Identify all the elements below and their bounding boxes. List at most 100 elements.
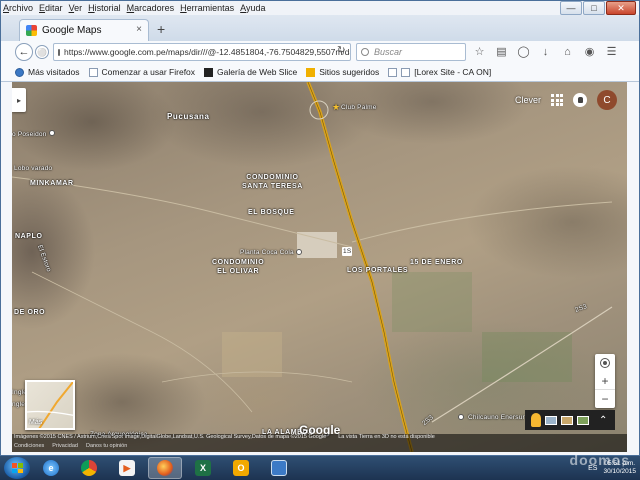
secondary-road <box>351 201 613 243</box>
tab-title: Google Maps <box>42 25 102 36</box>
zoom-controls: + − <box>595 354 615 408</box>
bookmark-galeria-web-slice[interactable]: Galería de Web Slice <box>204 67 297 77</box>
bookmark-star-icon[interactable]: ☆ <box>472 44 487 59</box>
apps-grid-icon[interactable] <box>551 94 563 106</box>
bookmark-sitios-sugeridos[interactable]: Sitios sugeridos <box>306 67 379 77</box>
page-icon <box>388 67 398 77</box>
pocket-icon[interactable]: ◯ <box>516 44 531 59</box>
label-el-bosque: EL BOSQUE <box>248 209 295 216</box>
notifications-bell-icon[interactable] <box>573 93 587 107</box>
bookmark-comenzar-firefox[interactable]: Comenzar a usar Firefox <box>88 67 196 77</box>
lock-icon <box>58 48 60 56</box>
start-button[interactable] <box>4 457 30 479</box>
bookmark-lorex-site[interactable]: [Lorex Site - CA ON] <box>388 67 491 77</box>
map-canvas[interactable]: ▸ Pucusana o Poseidon Lobo varado MINKAM… <box>12 82 627 452</box>
excel-icon: X <box>195 460 211 476</box>
search-bar[interactable]: Buscar <box>356 43 466 61</box>
window-icon <box>271 460 287 476</box>
menu-herramientas[interactable]: Herramientas <box>180 3 234 13</box>
globe-icon: ⚪ <box>37 47 47 57</box>
field-patch <box>482 332 572 382</box>
page-icon <box>401 67 411 77</box>
taskbar-media-player[interactable]: ▶ <box>110 457 144 479</box>
taskbar-chrome[interactable] <box>72 457 106 479</box>
place-pin[interactable] <box>49 130 55 136</box>
web-slice-icon <box>204 67 214 77</box>
menu-historial[interactable]: Historial <box>88 3 121 13</box>
link-opinion[interactable]: Danos tu opinión <box>86 443 127 452</box>
close-window-button[interactable]: ✕ <box>606 1 636 15</box>
field-patch <box>222 332 282 377</box>
star-icon[interactable]: ★ <box>332 102 340 113</box>
clock-date: 30/10/2015 <box>603 468 636 475</box>
zoom-in-button[interactable]: + <box>595 372 615 390</box>
layer-thumbnail-icon[interactable] <box>545 415 557 425</box>
window-controls: — □ ✕ <box>560 1 636 15</box>
taskbar-window[interactable] <box>262 457 296 479</box>
back-button[interactable]: ← <box>15 43 33 61</box>
hamburger-menu-icon[interactable]: ☰ <box>604 44 619 59</box>
tab-close-icon[interactable]: × <box>136 24 142 35</box>
side-panel-toggle-button[interactable]: ▸ <box>12 88 26 112</box>
earth-view-toggle[interactable]: Más <box>25 380 75 430</box>
attribution-text: Imágenes ©2015 CNES / Astrium,Cnes/Spot … <box>14 434 327 440</box>
chat-icon[interactable]: ◉ <box>582 44 597 59</box>
download-icon[interactable]: ↓ <box>538 44 553 59</box>
label-15-de-enero: 15 DE ENERO <box>410 259 463 266</box>
bookmark-label: Sitios sugeridos <box>319 67 380 77</box>
identity-button[interactable]: ⚪ <box>35 45 49 59</box>
menu-ver[interactable]: Ver <box>69 3 83 13</box>
taskbar-firefox[interactable] <box>148 457 182 479</box>
bookmark-mas-visitados[interactable]: Más visitados <box>15 67 80 77</box>
user-name[interactable]: Clever <box>515 95 541 105</box>
zoom-out-button[interactable]: − <box>595 390 615 408</box>
link-privacidad[interactable]: Privacidad <box>52 443 78 452</box>
taskbar-excel[interactable]: X <box>186 457 220 479</box>
reading-list-icon[interactable]: ▤ <box>494 44 509 59</box>
label-los-portales: LOS PORTALES <box>347 267 409 274</box>
tab-bar: Google Maps × + <box>1 15 639 41</box>
map-tools-bar: ⌃ <box>525 410 615 430</box>
layer-thumbnail-icon[interactable] <box>561 415 573 425</box>
chevron-right-icon: ▸ <box>16 95 21 105</box>
taskbar-ie[interactable]: e <box>34 457 68 479</box>
link-condiciones[interactable]: Condiciones <box>14 443 44 452</box>
route-shield: 1S <box>342 247 353 256</box>
reload-icon[interactable]: ↻ <box>337 45 345 56</box>
field-patch <box>392 272 472 332</box>
navigation-bar: ← ⚪ https://www.google.com.pe/maps/dir//… <box>1 41 639 63</box>
menu-ayuda[interactable]: Ayuda <box>240 3 265 13</box>
page-icon <box>88 67 98 77</box>
coca-cola-plant <box>297 232 337 258</box>
menu-archivo[interactable]: Archivo <box>3 3 33 13</box>
url-text: https://www.google.com.pe/maps/dir///@-1… <box>64 47 351 57</box>
arrow-left-icon: ← <box>18 46 30 58</box>
menu-editar[interactable]: Editar <box>39 3 63 13</box>
new-tab-button[interactable]: + <box>157 21 165 37</box>
label-minkamar: MINKAMAR <box>30 180 74 187</box>
label-de-oro: DE ORO <box>14 309 46 316</box>
layer-thumbnail-icon[interactable] <box>577 415 589 425</box>
url-bar[interactable]: https://www.google.com.pe/maps/dir///@-1… <box>53 43 351 61</box>
avatar[interactable]: C <box>597 90 617 110</box>
maximize-button[interactable]: □ <box>583 1 605 15</box>
bookmark-label: Comenzar a usar Firefox <box>101 67 196 77</box>
taskbar-outlook[interactable]: O <box>224 457 258 479</box>
place-pin[interactable] <box>296 249 302 255</box>
firefox-icon <box>157 460 173 476</box>
pegman-street-view-icon[interactable] <box>531 413 541 427</box>
expand-chevrons-icon[interactable]: ⌃ <box>599 415 607 426</box>
attribution-3d-notice: La vista Tierra en 3D no está disponible <box>338 434 435 440</box>
bookmark-label: Más visitados <box>28 67 80 77</box>
taskbar: e ▶ X O ES 05:51 p.m. 30/10/2015 <box>0 456 640 480</box>
home-icon[interactable]: ⌂ <box>560 44 575 59</box>
bookmark-label: [Lorex Site - CA ON] <box>414 67 492 77</box>
my-location-button[interactable] <box>595 354 615 372</box>
place-pin[interactable] <box>458 414 464 420</box>
search-placeholder: Buscar <box>374 47 403 57</box>
tab-google-maps[interactable]: Google Maps × <box>19 19 149 41</box>
browser-window: Archivo Editar Ver Historial Marcadores … <box>0 0 640 456</box>
earth-view-label: Más <box>29 419 43 426</box>
menu-marcadores[interactable]: Marcadores <box>127 3 175 13</box>
minimize-button[interactable]: — <box>560 1 582 15</box>
